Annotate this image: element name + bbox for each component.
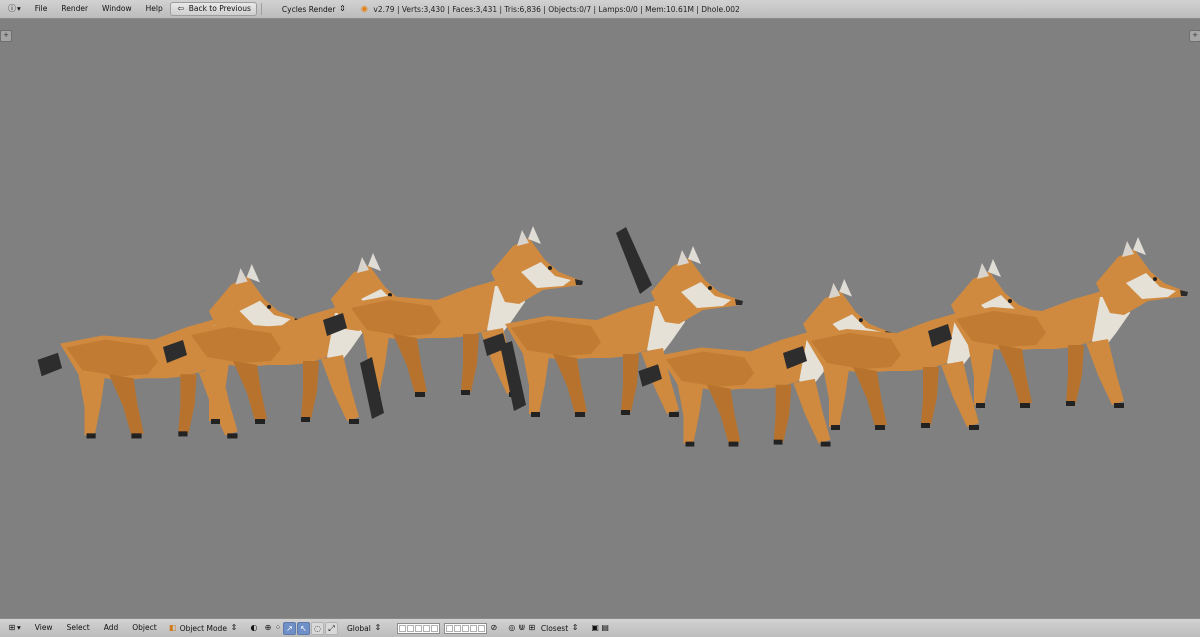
transform-orientation-dropdown[interactable]: Global ⇕ xyxy=(343,623,387,633)
translate-manipulator-icon[interactable]: ↖ xyxy=(296,621,310,635)
back-to-previous-button[interactable]: ⇦ Back to Previous xyxy=(169,2,257,16)
snap-target-label: Closest xyxy=(540,623,569,633)
chevron-updown-icon: ⇕ xyxy=(230,623,238,632)
render-engine-dropdown[interactable]: Cycles Render ⇕ xyxy=(278,4,352,14)
back-to-previous-label: Back to Previous xyxy=(188,4,251,13)
menu-select[interactable]: Select xyxy=(60,619,97,637)
render-engine-label: Cycles Render xyxy=(281,4,336,14)
blender-logo-icon: ◉ xyxy=(360,4,368,13)
pivot-selection-icon[interactable]: ⁘ xyxy=(273,623,283,633)
3d-view-icon: ⊞ xyxy=(8,623,16,632)
menu-file[interactable]: File xyxy=(28,0,55,18)
viewport-corner-right-icon[interactable]: + xyxy=(1189,30,1200,42)
chevron-updown-icon: ⇕ xyxy=(339,4,346,13)
transform-orientation-label: Global xyxy=(346,623,371,633)
scene-stats: v2.79 | Verts:3,430 | Faces:3,431 | Tris… xyxy=(373,4,740,14)
dhole-animation-frames xyxy=(37,226,1188,447)
raised-tail-2 xyxy=(616,227,652,294)
menu-render[interactable]: Render xyxy=(54,0,95,18)
back-icon: ⇦ xyxy=(177,4,185,13)
proportional-edit-icon[interactable]: ◎ xyxy=(507,623,517,633)
menu-window[interactable]: Window xyxy=(95,0,139,18)
object-mode-icon: ◧ xyxy=(168,623,177,632)
manipulator-icon[interactable]: ↗ xyxy=(282,621,296,635)
mode-dropdown[interactable]: ◧ Object Mode ⇕ xyxy=(164,623,243,633)
layers-grid-right[interactable] xyxy=(443,622,487,634)
snap-target-dropdown[interactable]: Closest ⇕ xyxy=(537,623,584,633)
editor-type-button[interactable]: ⓘ▾ xyxy=(0,0,28,18)
pivot-point-icon[interactable]: ⊕ xyxy=(263,623,273,633)
film-clapper-icon[interactable]: ▤ xyxy=(600,623,610,633)
snap-icon[interactable]: ⋓ xyxy=(517,623,527,633)
viewport-shading-icon[interactable]: ◐ xyxy=(249,623,259,633)
menu-help[interactable]: Help xyxy=(139,0,170,18)
top-header: ⓘ▾ File Render Window Help ⇦ Back to Prev… xyxy=(0,0,1200,19)
snap-element-icon[interactable]: ⊞ xyxy=(527,623,537,633)
menu-view[interactable]: View xyxy=(28,619,60,637)
layers-grid-left[interactable] xyxy=(396,622,440,634)
viewport-editor-type-button[interactable]: ⊞ ▾ xyxy=(0,619,28,637)
menu-add[interactable]: Add xyxy=(97,619,126,637)
bottom-header: ⊞ ▾ View Select Add Object ◧ Object Mode ⇕ … xyxy=(0,618,1200,637)
3d-viewport[interactable]: + + xyxy=(0,19,1200,618)
mode-label: Object Mode xyxy=(179,623,227,633)
menu-object[interactable]: Object xyxy=(125,619,163,637)
info-icon: ⓘ xyxy=(8,4,16,13)
render-preview-icon[interactable]: ▣ xyxy=(590,623,600,633)
lock-layers-icon[interactable]: ⊘ xyxy=(489,623,499,633)
rotate-manipulator-icon[interactable]: ◌ xyxy=(310,621,324,635)
viewport-corner-left-icon[interactable]: + xyxy=(0,30,12,42)
header-separator xyxy=(260,3,262,15)
chevron-updown-icon: ⇕ xyxy=(571,623,579,632)
chevron-updown-icon: ⇕ xyxy=(374,623,382,632)
scale-manipulator-icon[interactable]: ⤢ xyxy=(324,621,338,635)
